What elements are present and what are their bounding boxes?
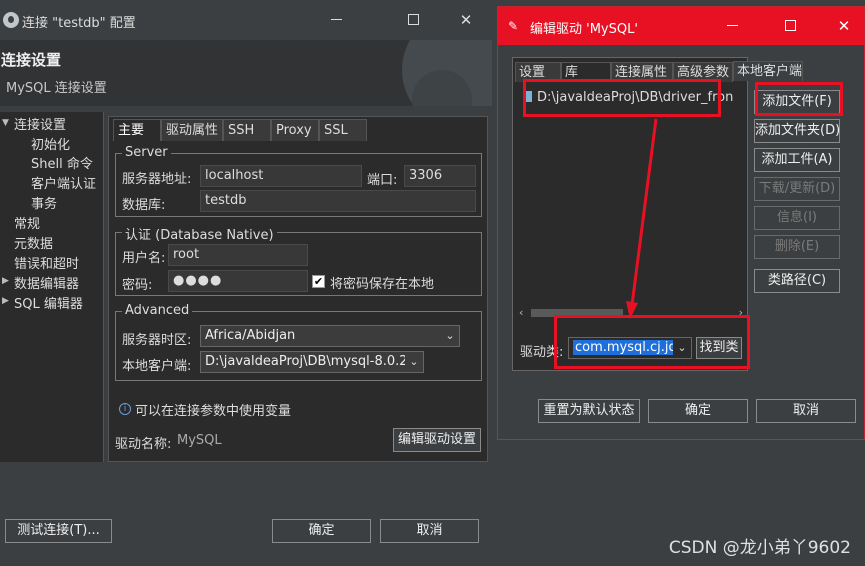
database-label: 数据库: [122, 198, 166, 213]
tree-item-transactions[interactable]: 事务 [31, 193, 57, 212]
expand-right-icon[interactable]: ▶ [2, 276, 9, 286]
ok-button[interactable]: 确定 [272, 519, 371, 543]
annotation-box-library [523, 79, 721, 117]
settings-tree: ▼ 连接设置 初始化 Shell 命令 客户端认证 事务 常规 元数据 错误和超… [0, 112, 104, 462]
info-icon: i [119, 403, 131, 415]
title-bar[interactable]: ✎ 编辑驱动 'MySQL' ✕ [498, 7, 864, 45]
port-label: 端口: [367, 173, 398, 188]
annotation-box-add-file [755, 82, 843, 116]
local-client-label: 本地客户端: [122, 359, 192, 374]
variables-info-text: 可以在连接参数中使用变量 [135, 404, 292, 419]
scroll-left-icon[interactable]: ‹ [519, 306, 523, 319]
host-input[interactable]: localhost [200, 165, 362, 187]
classpath-button[interactable]: 类路径(C) [754, 269, 840, 293]
password-label: 密码: [122, 278, 153, 293]
tree-item-metadata[interactable]: 元数据 [14, 233, 53, 252]
auth-group-label: 认证 (Database Native) [122, 224, 277, 243]
timezone-select[interactable]: Africa/Abidjan ⌄ [200, 325, 460, 347]
expand-right-icon[interactable]: ▶ [2, 296, 9, 306]
watermark: CSDN @龙小弟丫9602 [668, 538, 851, 558]
timezone-value: Africa/Abidjan [205, 328, 296, 343]
page-title: 连接设置 [1, 51, 62, 69]
tab-main[interactable]: 主要 [113, 119, 161, 141]
advanced-group: Advanced 服务器时区: Africa/Abidjan ⌄ 本地客户端: … [115, 303, 482, 381]
tree-item-shell[interactable]: Shell 命令 [31, 153, 93, 172]
timezone-label: 服务器时区: [122, 333, 192, 348]
password-input[interactable]: ●●●● [168, 270, 308, 292]
add-folder-button[interactable]: 添加文件夹(D) [754, 119, 840, 143]
driver-name-label: 驱动名称: [115, 437, 172, 452]
dbeaver-app-icon: ✎ [508, 19, 519, 33]
port-input[interactable]: 3306 [404, 165, 476, 187]
annotation-arrow [626, 118, 658, 319]
server-group-label: Server [122, 145, 171, 160]
close-icon[interactable]: ✕ [828, 14, 860, 38]
server-group: Server 服务器地址: localhost 端口: 3306 数据库: te… [115, 145, 482, 217]
maximize-icon[interactable] [774, 14, 806, 38]
test-connection-button[interactable]: 测试连接(T)... [5, 519, 112, 543]
minimize-icon[interactable] [716, 14, 748, 38]
tree-item-general[interactable]: 常规 [14, 213, 40, 232]
chevron-down-icon[interactable]: ⌄ [441, 326, 459, 346]
edit-driver-settings-button[interactable]: 编辑驱动设置 [393, 428, 481, 452]
expand-down-icon[interactable]: ▼ [2, 118, 9, 128]
connection-config-window: 连接 "testdb" 配置 ✕ 连接设置 MySQL 连接设置 ▼ 连接设置 … [0, 0, 492, 566]
window-title: 连接 "testdb" 配置 [22, 16, 136, 31]
annotation-box-driver-class [554, 315, 750, 369]
save-password-checkbox[interactable]: ✔ [312, 275, 325, 288]
minimize-icon[interactable] [320, 8, 352, 32]
connection-main-panel: 主要 驱动属性 SSH Proxy SSL Server 服务器地址: loca… [108, 116, 488, 462]
advanced-group-label: Advanced [122, 303, 193, 318]
title-bar[interactable]: 连接 "testdb" 配置 ✕ [0, 0, 492, 40]
page-header: 连接设置 MySQL 连接设置 [0, 40, 492, 106]
edit-driver-window: ✎ 编辑驱动 'MySQL' ✕ 设置 库 连接属性 高级参数 D:\javal… [497, 6, 865, 440]
delete-button[interactable]: 删除(E) [754, 235, 840, 259]
tab-ssh[interactable]: SSH [223, 119, 271, 141]
tree-item-sql-editor[interactable]: SQL 编辑器 [14, 293, 83, 312]
chevron-down-icon[interactable]: ⌄ [405, 352, 423, 372]
tab-proxy[interactable]: Proxy [271, 119, 319, 141]
tree-item-connection-settings[interactable]: 连接设置 [14, 114, 66, 133]
cancel-button[interactable]: 取消 [380, 519, 479, 543]
tree-item-data-editor[interactable]: 数据编辑器 [14, 273, 79, 292]
tab-driver-properties[interactable]: 驱动属性 [161, 119, 223, 141]
host-label: 服务器地址: [122, 172, 192, 187]
local-client-select[interactable]: D:\javaldeaProj\DB\mysql-8.0.2 ⌄ [200, 351, 424, 373]
database-input[interactable]: testdb [200, 190, 476, 212]
dbeaver-app-icon [3, 12, 19, 28]
add-artifact-button[interactable]: 添加工件(A) [754, 148, 840, 172]
driver-name-value: MySQL [177, 433, 222, 448]
tree-item-errors-timeouts[interactable]: 错误和超时 [14, 253, 79, 272]
username-label: 用户名: [122, 251, 166, 266]
download-update-button[interactable]: 下载/更新(D) [754, 177, 840, 201]
username-input[interactable]: root [168, 244, 308, 266]
ok-button[interactable]: 确定 [648, 399, 748, 423]
maximize-icon[interactable] [397, 8, 429, 32]
local-client-value: D:\javaldeaProj\DB\mysql-8.0.2 [205, 354, 408, 369]
cancel-button[interactable]: 取消 [756, 399, 856, 423]
tab-local-client[interactable]: 本地客户端 [733, 61, 803, 81]
save-password-label: 将密码保存在本地 [330, 277, 435, 292]
tree-item-init[interactable]: 初始化 [31, 134, 70, 153]
auth-group: 认证 (Database Native) 用户名: root 密码: ●●●● … [115, 224, 482, 296]
window-title: 编辑驱动 'MySQL' [530, 22, 638, 37]
info-button[interactable]: 信息(I) [754, 206, 840, 230]
tab-ssl[interactable]: SSL [319, 119, 367, 141]
close-icon[interactable]: ✕ [450, 8, 482, 32]
tree-item-client-auth[interactable]: 客户端认证 [31, 173, 96, 192]
page-subtitle: MySQL 连接设置 [6, 81, 107, 96]
reset-defaults-button[interactable]: 重置为默认状态 [538, 399, 640, 423]
